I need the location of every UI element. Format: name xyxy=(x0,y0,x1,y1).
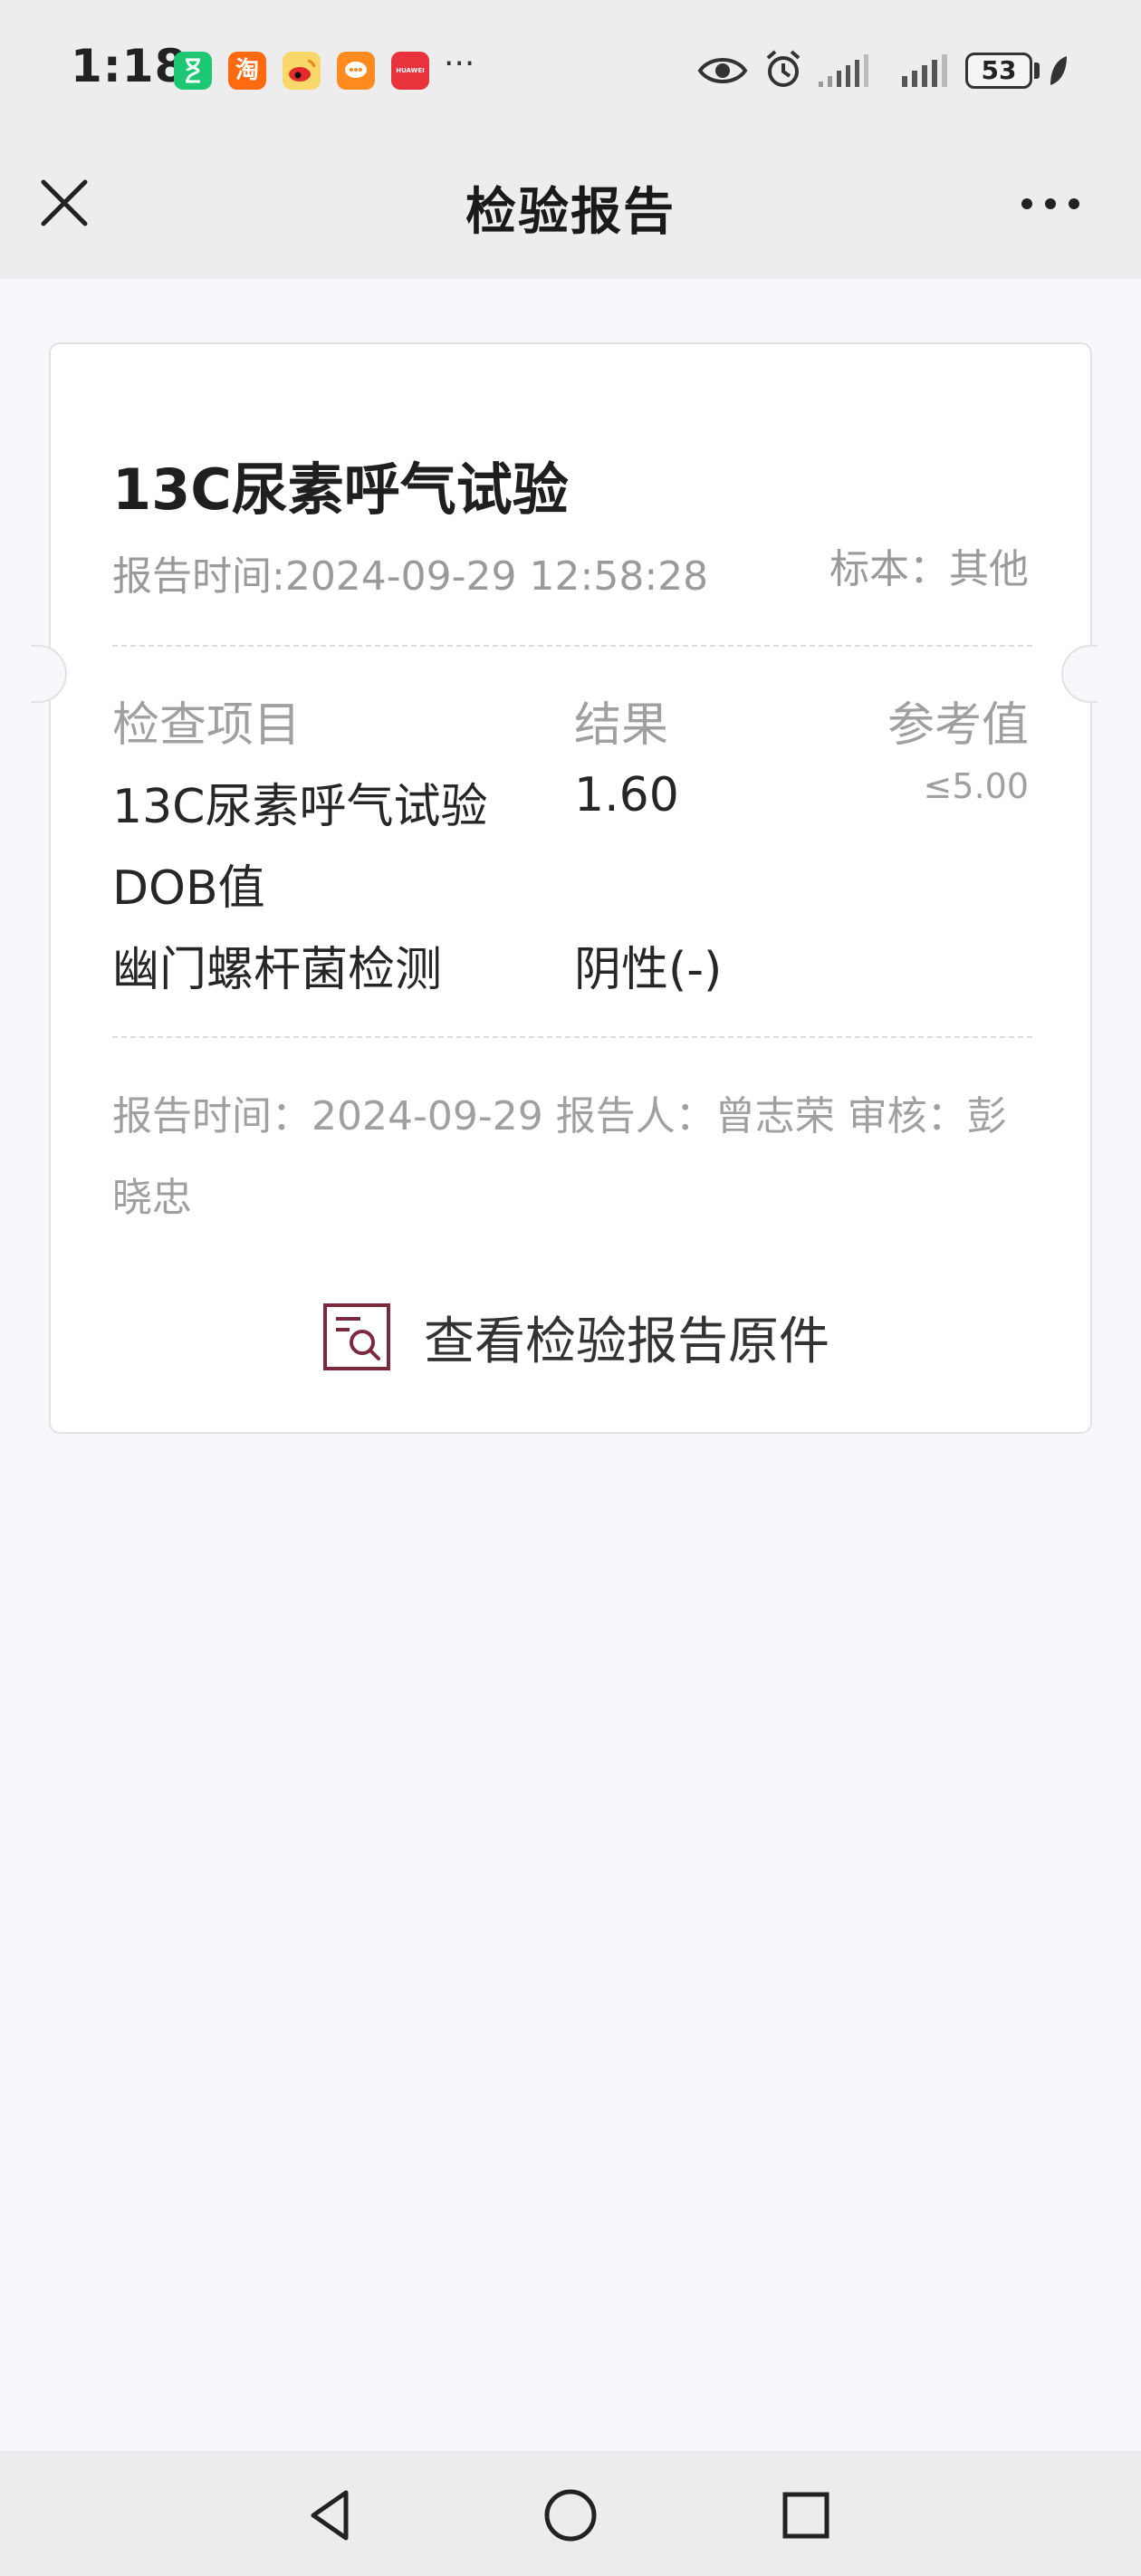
nav-header: 检验报告 xyxy=(0,140,1141,279)
report-time: 报告时间:2024-09-29 12:58:28 xyxy=(112,553,709,600)
close-button[interactable] xyxy=(33,171,96,235)
recent-square-icon xyxy=(782,2492,829,2539)
signal-2-icon xyxy=(902,54,947,87)
chat-app-icon xyxy=(337,52,375,90)
home-circle-icon xyxy=(544,2489,597,2542)
battery-tip xyxy=(1034,62,1040,79)
more-notifications-icon: ··· xyxy=(444,45,475,82)
report-title: 13C尿素呼气试验 xyxy=(112,457,569,523)
divider-top xyxy=(112,645,1032,647)
more-dots-icon xyxy=(1021,198,1079,209)
row-3-item: 幽门螺杆菌检测 xyxy=(112,943,443,997)
view-original-report-button[interactable]: 查看检验报告原件 xyxy=(322,1295,829,1377)
signal-1-icon xyxy=(819,54,868,87)
eye-icon xyxy=(697,58,748,83)
back-button[interactable] xyxy=(299,2484,362,2547)
system-nav-bar xyxy=(0,2451,1141,2576)
hourglass-app-icon xyxy=(174,52,212,90)
specimen-label: 标本：其他 xyxy=(829,546,1029,592)
row-3-result: 阴性(-) xyxy=(574,943,723,997)
column-header-result: 结果 xyxy=(574,698,669,753)
more-options-button[interactable] xyxy=(1014,177,1087,231)
home-button[interactable] xyxy=(539,2484,602,2547)
column-header-item: 检查项目 xyxy=(112,698,302,753)
row-1-result: 1.60 xyxy=(574,768,679,822)
screen: 1:18 淘 HUAWEI ··· 53 检验报告 13C尿素呼气试验 报告时间… xyxy=(0,0,1141,2576)
taobao-app-icon: 淘 xyxy=(228,52,266,90)
column-header-reference: 参考值 xyxy=(887,698,1029,753)
row-1-reference: ≤5.00 xyxy=(923,766,1029,806)
recent-apps-button[interactable] xyxy=(774,2484,838,2547)
page-title: 检验报告 xyxy=(465,183,676,242)
leaf-icon xyxy=(1050,56,1067,85)
huawei-app-icon: HUAWEI xyxy=(391,52,429,90)
view-original-label: 查看检验报告原件 xyxy=(424,1312,829,1371)
divider-bottom xyxy=(112,1036,1032,1038)
status-time: 1:18 xyxy=(71,40,187,92)
document-search-icon xyxy=(323,1303,390,1370)
status-bar: 1:18 淘 HUAWEI ··· 53 xyxy=(0,0,1141,140)
back-triangle-icon xyxy=(311,2490,349,2541)
battery-indicator: 53 xyxy=(965,53,1032,89)
close-icon xyxy=(41,179,88,226)
alarm-icon xyxy=(766,50,801,87)
row-2-item: DOB值 xyxy=(112,861,265,916)
row-1-item: 13C尿素呼气试验 xyxy=(112,780,488,834)
report-card: 13C尿素呼气试验 报告时间:2024-09-29 12:58:28 标本：其他… xyxy=(49,342,1092,1434)
weibo-app-icon xyxy=(283,52,321,90)
report-footer: 报告时间：2024-09-29 报告人：曾志荣 审核：彭晓忠 xyxy=(112,1093,1007,1221)
